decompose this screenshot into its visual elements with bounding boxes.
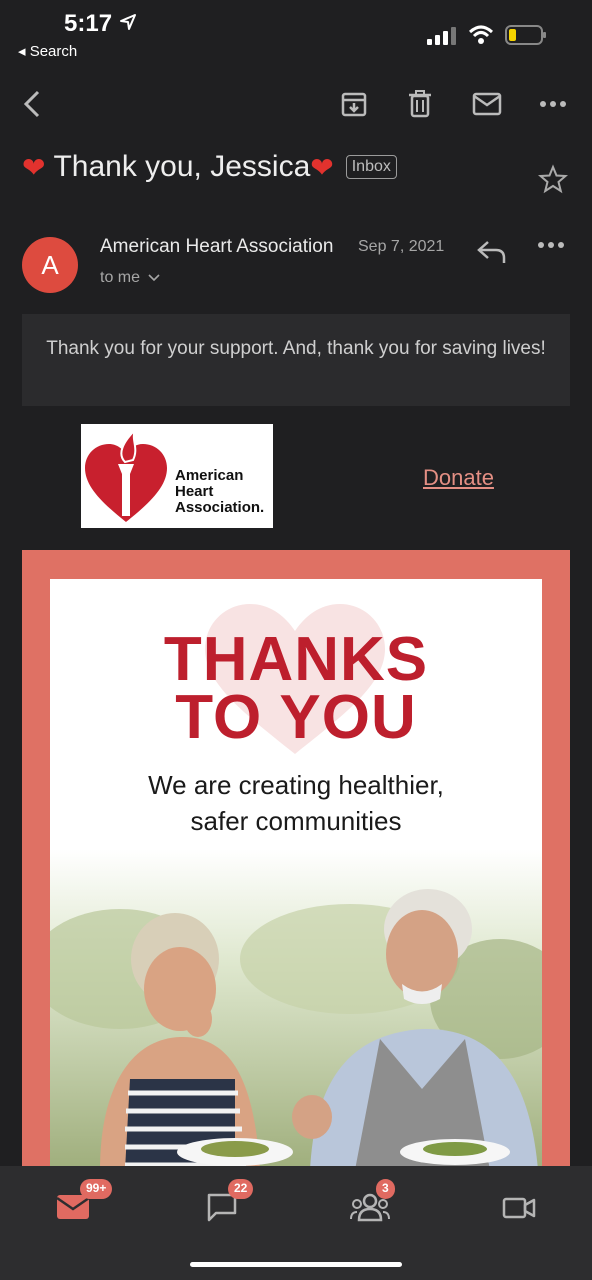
inbox-label-badge[interactable]: Inbox (345, 155, 397, 179)
donate-link[interactable]: Donate (423, 465, 494, 491)
nav-meet[interactable] (492, 1186, 552, 1230)
status-bar: 5:17 ◂ Search (0, 0, 592, 70)
mark-unread-button[interactable] (467, 84, 507, 124)
star-icon[interactable] (538, 164, 568, 194)
chevron-left-icon (23, 90, 40, 118)
reply-icon[interactable] (476, 238, 508, 266)
archive-button[interactable] (334, 84, 374, 124)
logo-line-1: American (175, 467, 244, 484)
hero-title-line-1: THANKS (163, 625, 429, 694)
email-toolbar (0, 84, 592, 124)
more-horizontal-icon[interactable] (538, 241, 564, 249)
email-preheader: Thank you for your support. And, thank y… (22, 314, 570, 406)
mail-badge: 99+ (80, 1179, 113, 1199)
archive-icon (341, 92, 367, 117)
subject-text: Thank you, Jessica (53, 150, 311, 183)
more-horizontal-icon (540, 101, 566, 107)
home-indicator[interactable] (190, 1262, 402, 1267)
battery-icon (505, 25, 546, 45)
logo-text: American Heart Association. (175, 468, 264, 516)
wifi-icon (468, 25, 494, 44)
hero-subtitle-line-1: We are creating healthier, (148, 770, 444, 800)
hero-title: THANKS TO YOU (50, 625, 542, 752)
delete-button[interactable] (400, 84, 440, 124)
hero-subtitle: We are creating healthier, safer communi… (50, 767, 542, 839)
recipient-label: to me (100, 269, 141, 286)
status-time: 5:17 (64, 10, 113, 37)
nav-spaces[interactable]: 3 (342, 1179, 402, 1230)
chevron-down-icon (148, 274, 161, 282)
aha-logo[interactable]: American Heart Association. (81, 424, 273, 528)
email-date: Sep 7, 2021 (358, 238, 445, 255)
heart-torch-icon (85, 429, 167, 522)
chat-badge: 22 (228, 1179, 254, 1199)
hero-card[interactable]: THANKS TO YOU We are creating healthier,… (50, 579, 542, 1170)
back-button[interactable] (12, 84, 52, 124)
heart-emoji-icon: ❤ (310, 151, 334, 183)
email-subject: ❤ Thank you, Jessica ❤ Inbox (22, 150, 397, 184)
trash-icon (409, 90, 431, 118)
location-arrow-icon (120, 14, 136, 30)
more-options-button[interactable] (533, 84, 573, 124)
sender-avatar[interactable]: A (22, 237, 78, 293)
heart-emoji-icon: ❤ (22, 151, 46, 183)
spaces-badge: 3 (376, 1179, 395, 1199)
nav-mail[interactable]: 99+ (46, 1179, 113, 1230)
logo-line-3: Association. (175, 499, 265, 516)
hero-photo-couple-eating (50, 849, 542, 1170)
sender-name[interactable]: American Heart Association (100, 236, 333, 258)
hero-title-line-2: TO YOU (175, 683, 417, 752)
logo-line-2: Heart (175, 483, 214, 500)
back-to-search-link[interactable]: ◂ Search (18, 42, 77, 60)
recipient-toggle[interactable]: to me (100, 269, 161, 287)
video-camera-icon (502, 1197, 536, 1219)
hero-subtitle-line-2: safer communities (190, 806, 402, 836)
cell-signal-icon (427, 27, 456, 45)
mail-icon (472, 92, 502, 116)
nav-chat[interactable]: 22 (196, 1179, 256, 1230)
